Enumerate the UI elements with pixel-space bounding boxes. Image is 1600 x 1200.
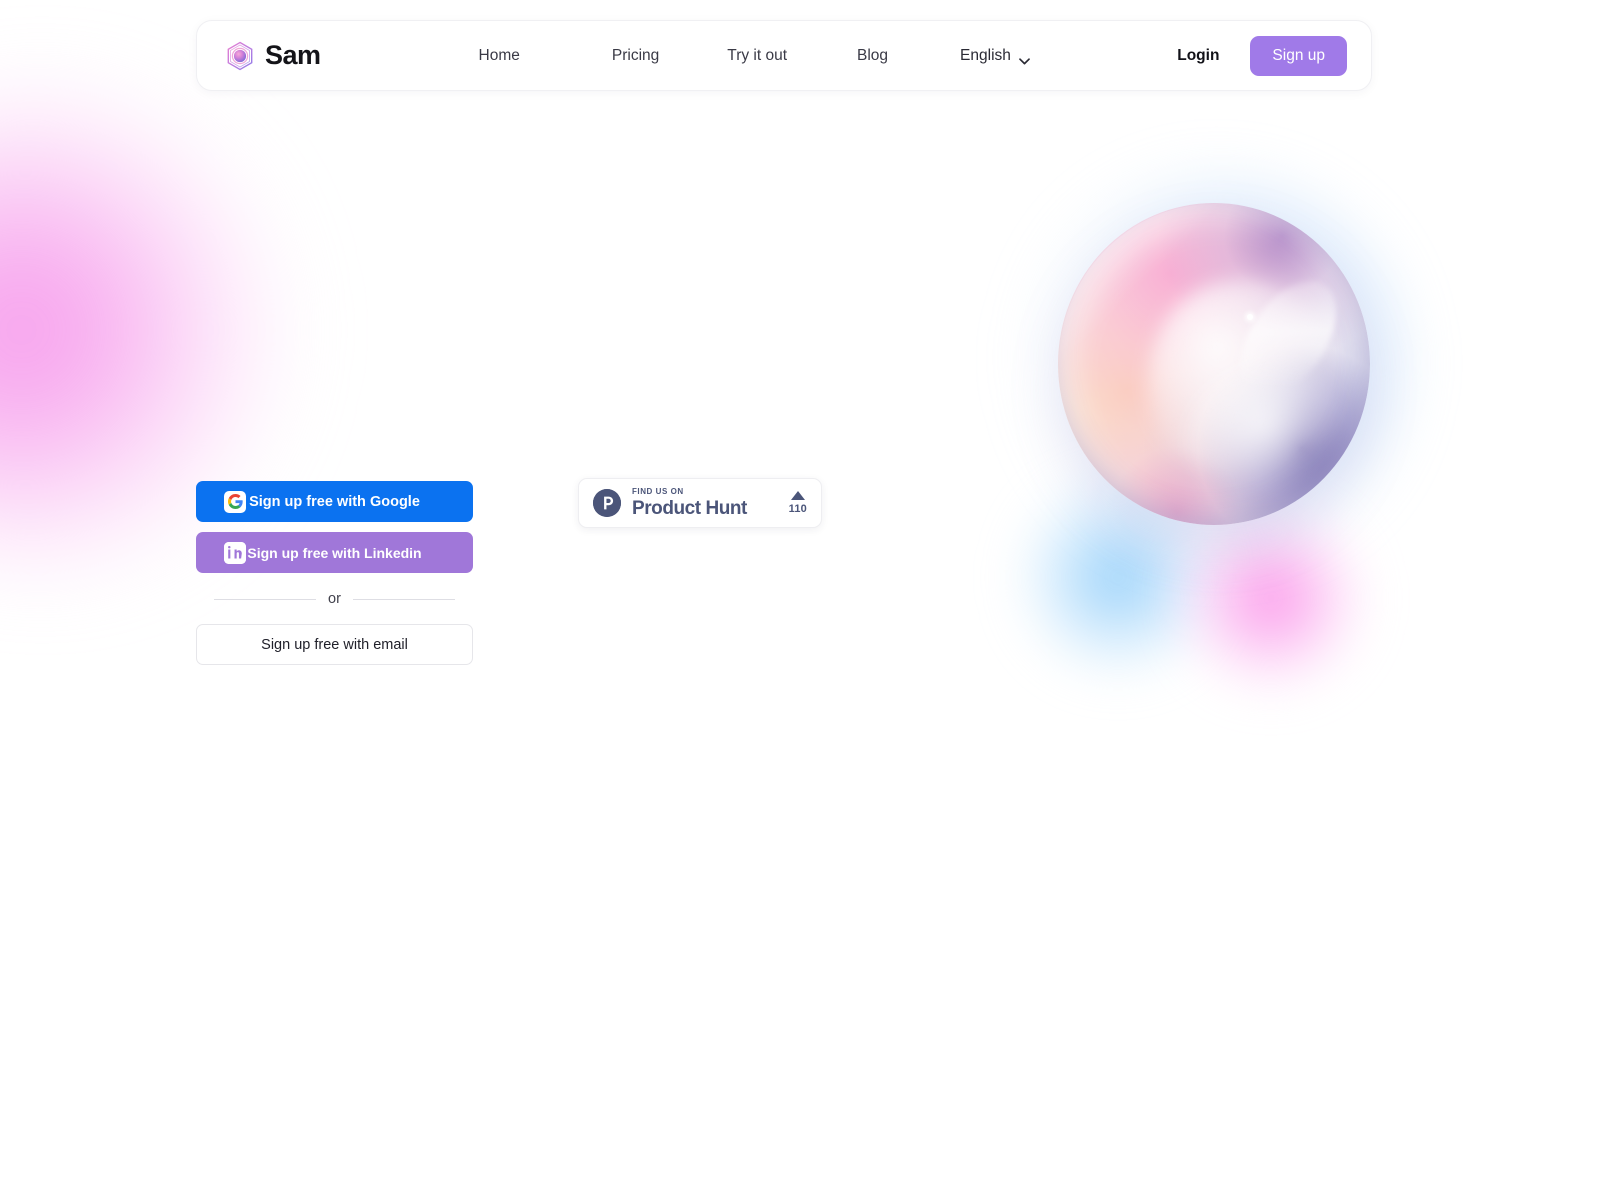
divider-line-right — [352, 598, 455, 600]
sphere-rim-light — [1059, 204, 1369, 524]
main-navigation: Home Pricing Try it out Blog English — [479, 39, 1030, 73]
product-hunt-upvote-count: 110 — [788, 503, 807, 515]
blurred-pink-orb — [1177, 505, 1365, 691]
signup-with-email-button[interactable]: Sign up free with email — [196, 624, 473, 665]
nav-item-blog[interactable]: Blog — [857, 39, 888, 73]
site-header: Sam Home Pricing Try it out Blog English… — [196, 20, 1372, 91]
triangle-up-icon — [790, 491, 805, 500]
brand-logo[interactable]: Sam — [225, 40, 321, 71]
chevron-down-icon — [1019, 52, 1030, 65]
product-hunt-text: FIND US ON Product Hunt — [632, 487, 747, 519]
login-button[interactable]: Login — [1177, 47, 1219, 65]
signup-with-linkedin-label: Sign up free with Linkedin — [247, 544, 422, 561]
signup-with-linkedin-button[interactable]: Sign up free with Linkedin — [196, 532, 473, 573]
product-hunt-p-icon — [593, 489, 621, 517]
linkedin-in-icon — [224, 541, 246, 564]
product-hunt-badge[interactable]: FIND US ON Product Hunt 110 — [578, 478, 822, 528]
language-selector-label: English — [960, 46, 1011, 64]
divider-label: or — [328, 591, 341, 607]
nav-item-try-it-out[interactable]: Try it out — [727, 39, 787, 73]
sphere-specular-streak — [1221, 263, 1356, 413]
nav-item-pricing[interactable]: Pricing — [612, 39, 659, 73]
sphere-body — [1058, 203, 1370, 525]
signup-with-google-button[interactable]: Sign up free with Google — [196, 481, 473, 522]
signup-button[interactable]: Sign up — [1250, 35, 1347, 76]
divider-line-left — [214, 598, 317, 600]
signup-options-panel: Sign up free with Google Sign up free wi… — [196, 481, 473, 665]
sphere-halo — [1022, 173, 1406, 557]
sphere-highlight-primary — [1122, 257, 1362, 497]
brand-name: Sam — [265, 40, 321, 70]
auth-divider: or — [196, 591, 473, 607]
product-hunt-upvote[interactable]: 110 — [789, 491, 807, 515]
nav-item-home[interactable]: Home — [479, 39, 520, 73]
product-hunt-title: Product Hunt — [632, 498, 747, 519]
sphere-specular-dot — [1246, 314, 1253, 321]
sphere-highlight-secondary — [1164, 338, 1364, 519]
header-actions: Login Sign up — [1177, 35, 1347, 76]
product-hunt-kicker: FIND US ON — [632, 487, 684, 496]
hexagon-gradient-orb-icon — [225, 41, 255, 71]
iridescent-glass-sphere — [1022, 173, 1406, 557]
signup-with-google-label: Sign up free with Google — [249, 493, 420, 510]
blurred-blue-orb — [1018, 478, 1218, 676]
google-g-icon — [224, 490, 246, 513]
language-selector[interactable]: English — [960, 47, 1030, 65]
